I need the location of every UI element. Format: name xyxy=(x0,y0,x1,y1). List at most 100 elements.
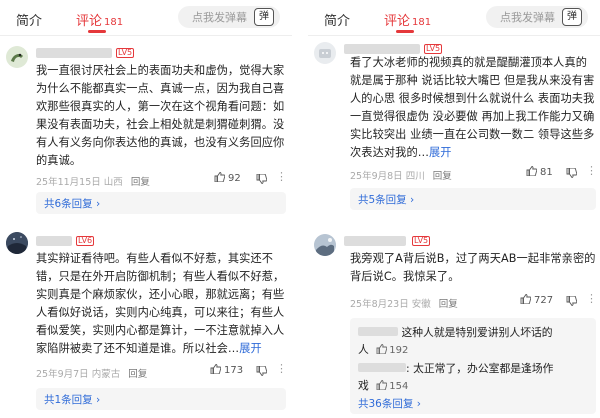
sub-reply-text-cont: 戏 xyxy=(358,379,369,392)
like-button[interactable]: 81 xyxy=(526,166,553,178)
like-button[interactable]: 727 xyxy=(520,294,553,306)
view-replies-link[interactable]: 共36条回复 › xyxy=(358,396,421,411)
comment-meta: 25年8月23日 安徽 回复 xyxy=(350,296,458,310)
comment-text: 我旁观了A背后说B，过了两天AB一起非常亲密的背后说C。我惊呆了。 xyxy=(350,252,596,283)
avatar[interactable] xyxy=(6,46,28,68)
comment-item: LV6 其实辩证看待吧。有些人看似不好惹，其实还不错，只是在外开启防御机制；有些… xyxy=(0,226,292,418)
tab-bar: 简介 评论 181 点我发弹幕 弹 xyxy=(0,0,292,36)
comment-date: 25年11月15日 xyxy=(36,177,101,188)
danmaku-placeholder: 点我发弹幕 xyxy=(500,11,555,24)
expand-link[interactable]: 展开 xyxy=(429,146,452,159)
comment-location: 内蒙古 xyxy=(91,369,121,380)
view-replies-link[interactable]: 共5条回复 › xyxy=(358,192,414,207)
comment-text: 其实辩证看待吧。有些人看似不好惹，其实还不错，只是在外开启防御机制；有些人看似不… xyxy=(36,250,286,358)
thumbs-down-icon[interactable] xyxy=(256,366,267,376)
reply-button[interactable]: 回复 xyxy=(433,171,452,182)
like-count: 92 xyxy=(228,173,241,184)
tab-comments[interactable]: 评论 181 xyxy=(76,10,123,29)
sub-reply-like[interactable]: 192 xyxy=(376,344,409,356)
comment-location: 山西 xyxy=(103,177,123,188)
thumbs-down-icon[interactable] xyxy=(566,296,577,306)
comment-text: 看了大冰老师的视频真的就是醍醐灌顶本人真的就是属于那种 说话比较大嘴巴 但是我从… xyxy=(350,54,596,162)
sub-reply-like-count: 154 xyxy=(389,381,409,392)
thumbs-up-icon xyxy=(376,344,388,354)
tab-comments-label: 评论 xyxy=(76,14,103,29)
username[interactable] xyxy=(344,236,406,246)
tab-bar: 简介 评论 181 点我发弹幕 弹 xyxy=(308,0,600,36)
username[interactable] xyxy=(36,236,72,246)
comment-date: 25年9月7日 xyxy=(36,369,89,380)
thumbs-down-icon[interactable] xyxy=(256,174,267,184)
sub-reply-like[interactable]: 154 xyxy=(376,380,409,392)
tv-danmaku-icon[interactable]: 弹 xyxy=(562,8,582,26)
comment-date: 25年8月23日 xyxy=(350,299,409,310)
thumbs-up-icon xyxy=(214,172,225,182)
sub-reply-like-count: 192 xyxy=(389,345,409,356)
level-badge: LV5 xyxy=(424,44,443,54)
avatar[interactable] xyxy=(6,232,28,254)
more-icon[interactable]: ⋮ xyxy=(276,362,288,375)
tab-comments[interactable]: 评论 181 xyxy=(384,10,431,29)
level-badge: LV6 xyxy=(76,236,95,246)
tab-active-indicator xyxy=(88,30,106,33)
thumbs-down-icon[interactable] xyxy=(566,168,577,178)
like-button[interactable]: 92 xyxy=(214,172,241,184)
replies-box[interactable]: 共1条回复 › xyxy=(36,388,286,410)
like-button[interactable]: 173 xyxy=(210,364,243,376)
danmaku-input[interactable]: 点我发弹幕 弹 xyxy=(486,6,588,28)
reply-button[interactable]: 回复 xyxy=(131,177,150,188)
like-count: 727 xyxy=(534,295,554,306)
avatar[interactable] xyxy=(314,42,336,64)
replies-box[interactable]: 共6条回复 › xyxy=(36,192,286,214)
comment-count: 181 xyxy=(104,17,124,28)
level-badge: LV5 xyxy=(116,48,135,58)
replies-box: 这种人就是特别爱讲别人坏话的 人 192 : 太正常了，办公室都是逢场作 戏 1… xyxy=(350,318,596,414)
comment-item: LV5 我旁观了A背后说B，过了两天AB一起非常亲密的背后说C。我惊呆了。 25… xyxy=(308,226,600,418)
danmaku-input[interactable]: 点我发弹幕 弹 xyxy=(178,6,280,28)
view-replies-link[interactable]: 共1条回复 › xyxy=(44,392,100,407)
more-icon[interactable]: ⋮ xyxy=(586,292,598,305)
sub-reply-username[interactable] xyxy=(358,363,406,372)
danmaku-placeholder: 点我发弹幕 xyxy=(192,11,247,24)
comment-panel-right: 简介 评论 181 点我发弹幕 弹 LV5 看了大冰老师的视频真的就是醍醐灌顶本人… xyxy=(308,0,600,418)
comment-meta: 25年9月8日 四川 回复 xyxy=(350,168,452,182)
reply-button[interactable]: 回复 xyxy=(439,299,458,310)
thumbs-up-icon xyxy=(376,380,388,390)
more-icon[interactable]: ⋮ xyxy=(586,164,598,177)
expand-link[interactable]: 展开 xyxy=(239,342,262,355)
sub-reply-text: 这种人就是特别爱讲别人坏话的 xyxy=(401,326,553,339)
comment-date: 25年9月8日 xyxy=(350,171,403,182)
avatar[interactable] xyxy=(314,234,336,256)
comment-text: 我一直很讨厌社会上的表面功夫和虚伪，觉得大家为什么不能都真实一点、真诚一点，因为… xyxy=(36,64,285,167)
comment-panel-left: 简介 评论 181 点我发弹幕 弹 LV5 我一直很讨厌社会上的表面功夫和虚伪，觉… xyxy=(0,0,292,418)
tab-intro[interactable]: 简介 xyxy=(16,10,42,29)
panel-divider xyxy=(292,0,308,418)
sub-reply-username[interactable] xyxy=(358,327,398,336)
comment-location: 安徽 xyxy=(411,299,431,310)
comment-meta: 25年11月15日 山西 回复 xyxy=(36,174,150,188)
comment-count: 181 xyxy=(412,17,432,28)
sub-reply: 这种人就是特别爱讲别人坏话的 人 192 xyxy=(358,324,594,359)
tv-danmaku-icon[interactable]: 弹 xyxy=(254,8,274,26)
comment-text-body: 其实辩证看待吧。有些人看似不好惹，其实还不错，只是在外开启防御机制；有些人看似不… xyxy=(36,252,285,355)
thumbs-up-icon xyxy=(210,364,221,374)
thumbs-up-icon xyxy=(526,166,537,176)
sub-reply: : 太正常了，办公室都是逢场作 戏 154 xyxy=(358,360,594,395)
like-count: 81 xyxy=(540,167,553,178)
thumbs-up-icon xyxy=(520,294,531,304)
comment-meta: 25年9月7日 内蒙古 回复 xyxy=(36,366,147,380)
tab-active-indicator xyxy=(396,30,414,33)
tab-intro[interactable]: 简介 xyxy=(324,10,350,29)
sub-reply-text-cont: 人 xyxy=(358,343,369,356)
replies-box[interactable]: 共5条回复 › xyxy=(350,188,596,210)
sub-reply-text: : 太正常了，办公室都是逢场作 xyxy=(406,362,554,375)
username[interactable] xyxy=(36,48,112,58)
like-count: 173 xyxy=(224,365,244,376)
more-icon[interactable]: ⋮ xyxy=(276,170,288,183)
tab-comments-label: 评论 xyxy=(384,14,411,29)
comment-item: LV5 我一直很讨厌社会上的表面功夫和虚伪，觉得大家为什么不能都真实一点、真诚一… xyxy=(0,36,292,218)
reply-button[interactable]: 回复 xyxy=(128,369,147,380)
comment-text-body: 看了大冰老师的视频真的就是醍醐灌顶本人真的就是属于那种 说话比较大嘴巴 但是我从… xyxy=(350,56,595,159)
username[interactable] xyxy=(344,44,420,54)
view-replies-link[interactable]: 共6条回复 › xyxy=(44,196,100,211)
